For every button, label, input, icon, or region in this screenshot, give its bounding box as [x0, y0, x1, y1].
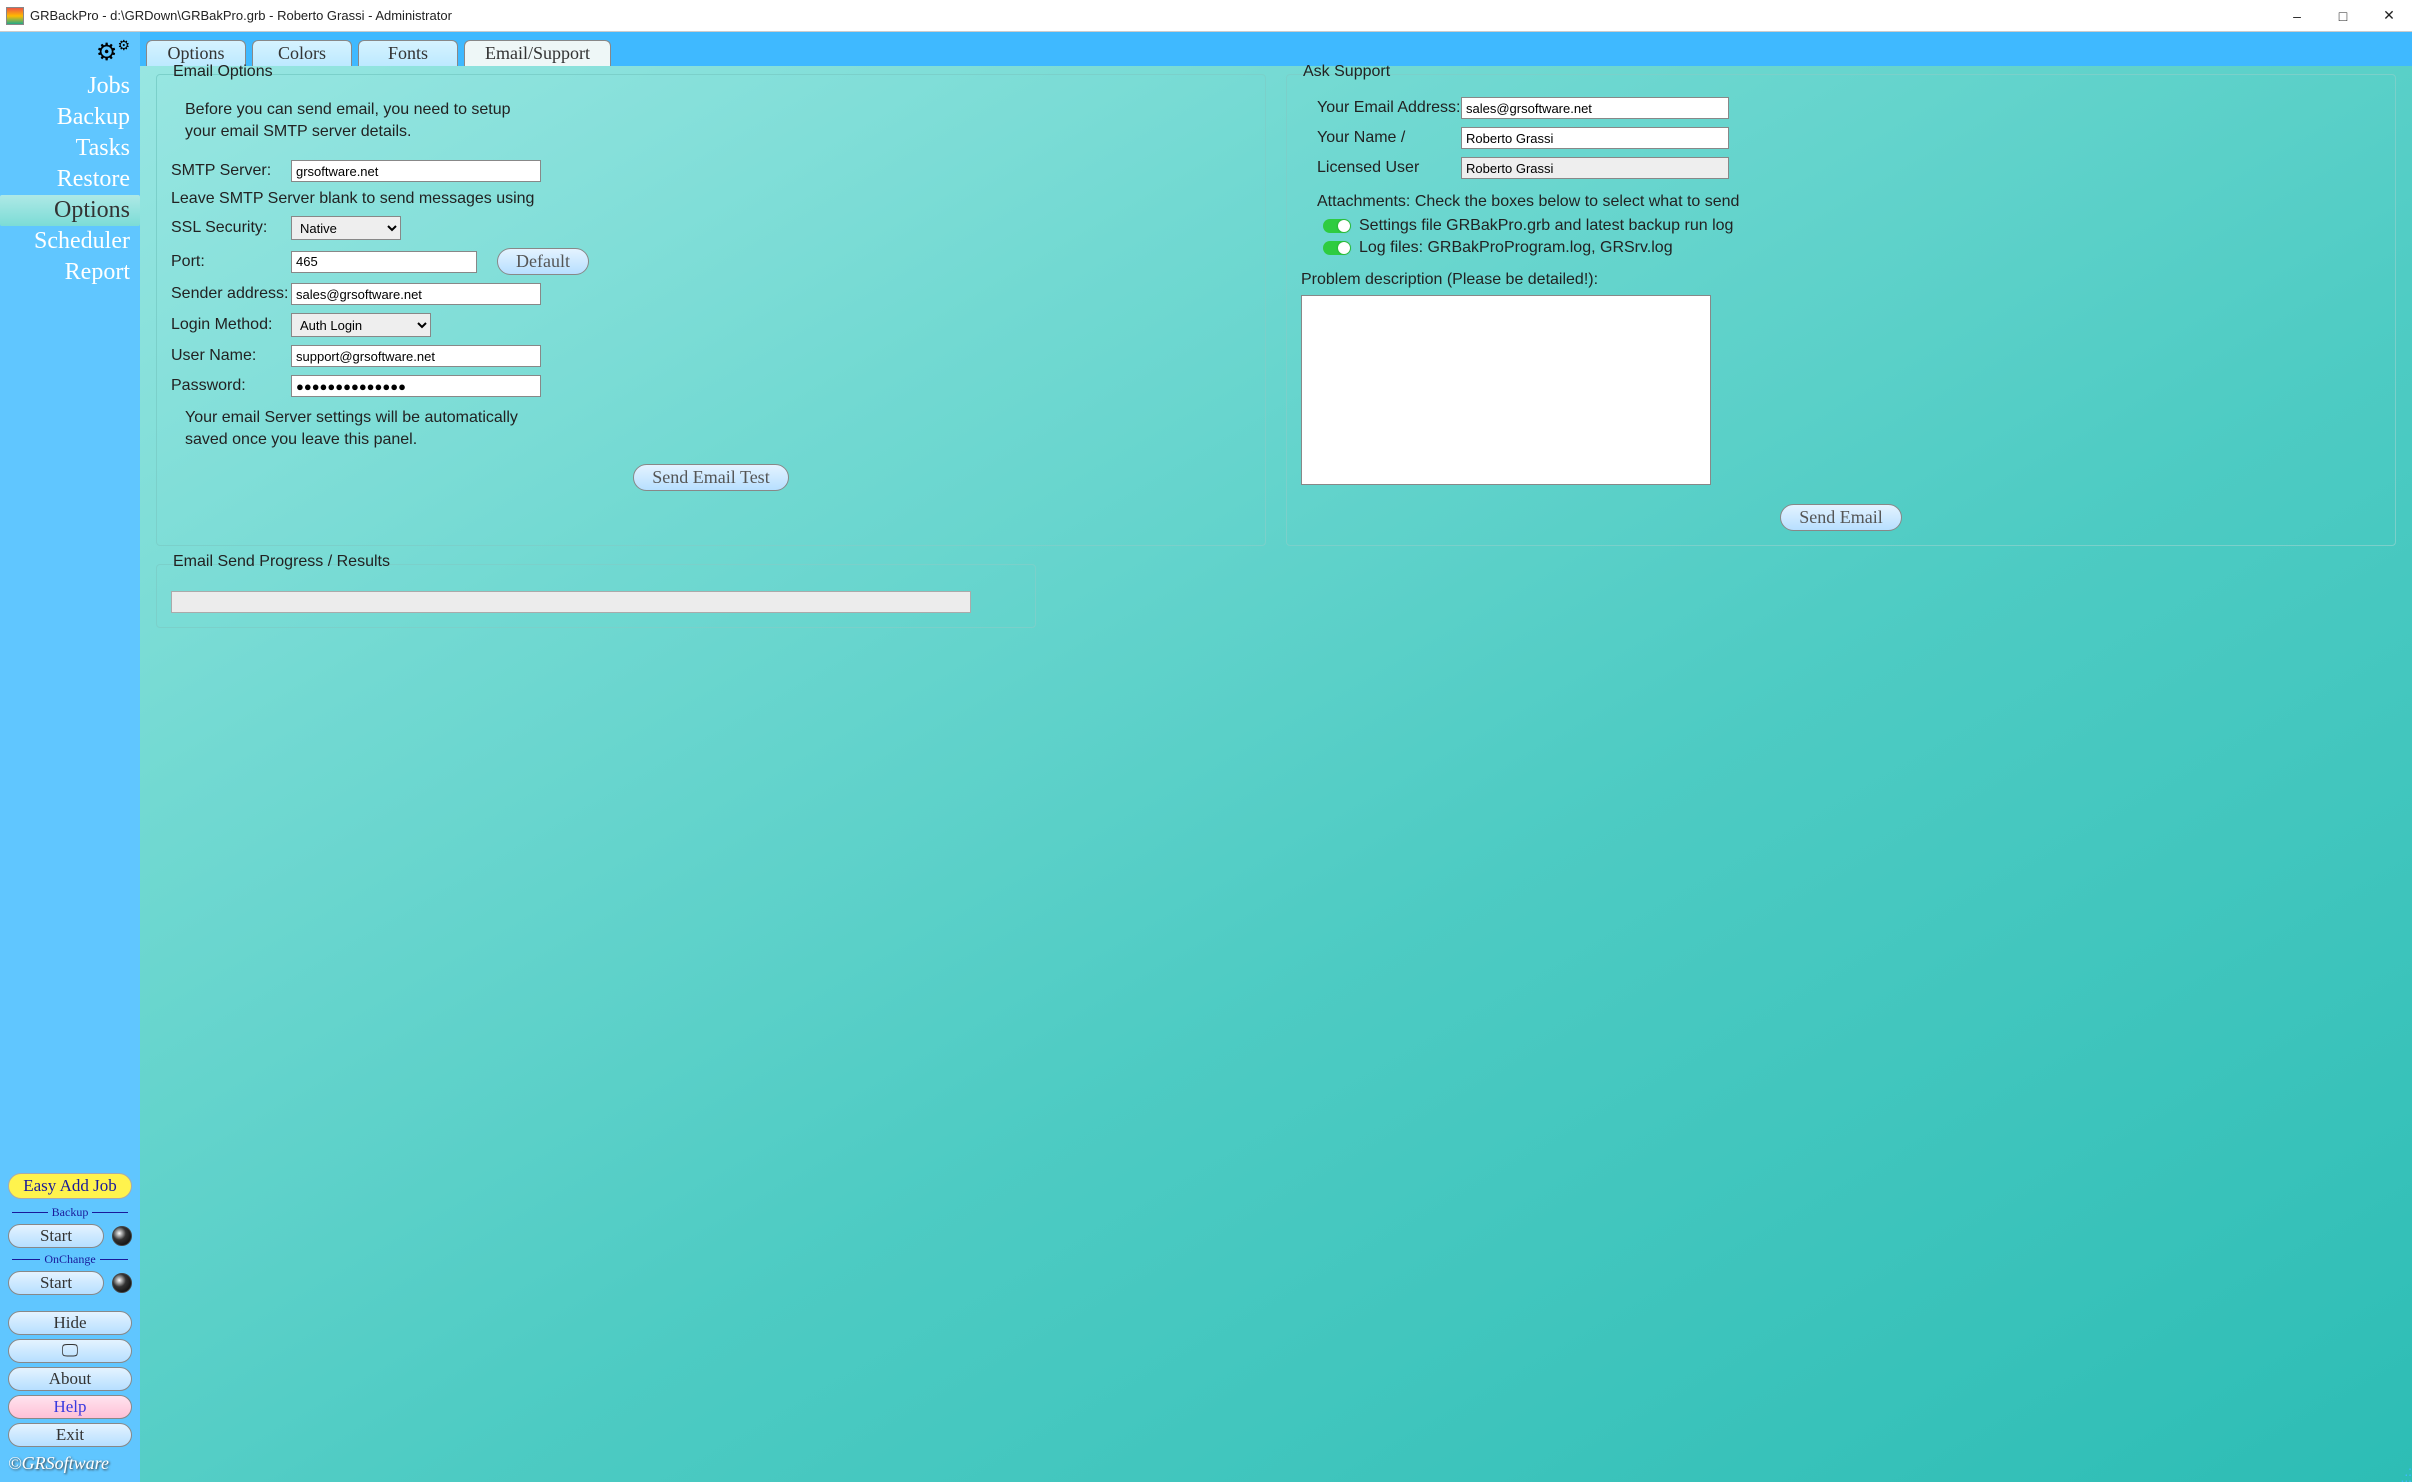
password-input[interactable] — [291, 375, 541, 397]
window-title: GRBackPro - d:\GRDown\GRBakPro.grb - Rob… — [30, 8, 2274, 23]
attach-logs-label: Log files: GRBakProProgram.log, GRSrv.lo… — [1359, 239, 1673, 257]
problem-description-label: Problem description (Please be detailed!… — [1301, 271, 2381, 289]
default-port-button[interactable]: Default — [497, 248, 589, 275]
login-method-label: Login Method: — [171, 316, 291, 334]
sender-address-label: Sender address: — [171, 285, 291, 303]
easy-add-job-button[interactable]: Easy Add Job — [8, 1173, 132, 1199]
tab-fonts[interactable]: Fonts — [358, 40, 458, 66]
email-progress-bar — [171, 591, 971, 613]
send-email-button[interactable]: Send Email — [1780, 504, 1902, 531]
main-panel: Options Colors Fonts Email/Support Email… — [140, 32, 2412, 1482]
help-button[interactable]: Help — [8, 1395, 132, 1419]
titlebar: GRBackPro - d:\GRDown\GRBakPro.grb - Rob… — [0, 0, 2412, 32]
email-progress-group: Email Send Progress / Results — [156, 564, 1036, 628]
onchange-status-led-icon — [112, 1273, 132, 1293]
nav-scheduler[interactable]: Scheduler — [0, 226, 140, 257]
backup-start-button[interactable]: Start — [8, 1224, 104, 1248]
tab-email-support[interactable]: Email/Support — [464, 40, 611, 66]
ask-support-legend: Ask Support — [1297, 63, 1396, 81]
settings-gear-icon[interactable]: ⚙⚙ — [0, 32, 140, 71]
your-name-input[interactable] — [1461, 127, 1729, 149]
nav-tasks[interactable]: Tasks — [0, 133, 140, 164]
ssl-security-select[interactable]: Native — [291, 216, 401, 240]
ask-support-group: Ask Support Your Email Address: Your Nam… — [1286, 74, 2396, 546]
login-method-select[interactable]: Auth Login — [291, 313, 431, 337]
hide-button[interactable]: Hide — [8, 1311, 132, 1335]
smtp-server-label: SMTP Server: — [171, 162, 291, 180]
licensed-user-label: Licensed User — [1317, 159, 1461, 177]
nav-report[interactable]: Report — [0, 257, 140, 288]
tab-bar: Options Colors Fonts Email/Support — [140, 32, 2412, 66]
nav-options[interactable]: Options — [0, 195, 140, 226]
smtp-server-input[interactable] — [291, 160, 541, 182]
user-name-label: User Name: — [171, 347, 291, 365]
app-icon — [6, 7, 24, 25]
copyright-label: ©GRSoftware — [0, 1449, 140, 1482]
minimize-button[interactable]: – — [2274, 0, 2320, 31]
send-email-test-button[interactable]: Send Email Test — [633, 464, 788, 491]
about-button[interactable]: About — [8, 1367, 132, 1391]
leave-blank-note: Leave SMTP Server blank to send messages… — [171, 190, 1251, 208]
onchange-start-button[interactable]: Start — [8, 1271, 104, 1295]
port-label: Port: — [171, 253, 291, 271]
nav-restore[interactable]: Restore — [0, 164, 140, 195]
licensed-user-input — [1461, 157, 1729, 179]
sidebar: ⚙⚙ Jobs Backup Tasks Restore Options Sch… — [0, 32, 140, 1482]
nav-jobs[interactable]: Jobs — [0, 71, 140, 102]
attach-settings-label: Settings file GRBakPro.grb and latest ba… — [1359, 217, 1733, 235]
ssl-security-label: SSL Security: — [171, 219, 291, 237]
separator-backup: Backup — [8, 1205, 132, 1220]
close-button[interactable]: ✕ — [2366, 0, 2412, 31]
attachments-label: Attachments: Check the boxes below to se… — [1317, 193, 2381, 211]
nav-backup[interactable]: Backup — [0, 102, 140, 133]
email-options-group: Email Options Before you can send email,… — [156, 74, 1266, 546]
email-progress-legend: Email Send Progress / Results — [167, 553, 396, 571]
sender-address-input[interactable] — [291, 283, 541, 305]
email-options-intro: Before you can send email, you need to s… — [185, 99, 535, 142]
user-name-input[interactable] — [291, 345, 541, 367]
problem-description-textarea[interactable] — [1301, 295, 1711, 485]
password-label: Password: — [171, 377, 291, 395]
maximize-button[interactable]: □ — [2320, 0, 2366, 31]
attach-settings-toggle[interactable] — [1323, 219, 1351, 233]
attach-logs-toggle[interactable] — [1323, 241, 1351, 255]
resize-grip-icon: .. .. . . — [2401, 1462, 2410, 1480]
your-name-label: Your Name / — [1317, 129, 1461, 147]
port-input[interactable] — [291, 251, 477, 273]
separator-onchange: OnChange — [8, 1252, 132, 1267]
monitor-button[interactable]: 🖵 — [8, 1339, 132, 1363]
auto-save-note: Your email Server settings will be autom… — [185, 407, 555, 450]
exit-button[interactable]: Exit — [8, 1423, 132, 1447]
backup-status-led-icon — [112, 1226, 132, 1246]
email-options-legend: Email Options — [167, 63, 279, 81]
your-email-input[interactable] — [1461, 97, 1729, 119]
your-email-label: Your Email Address: — [1317, 99, 1461, 117]
